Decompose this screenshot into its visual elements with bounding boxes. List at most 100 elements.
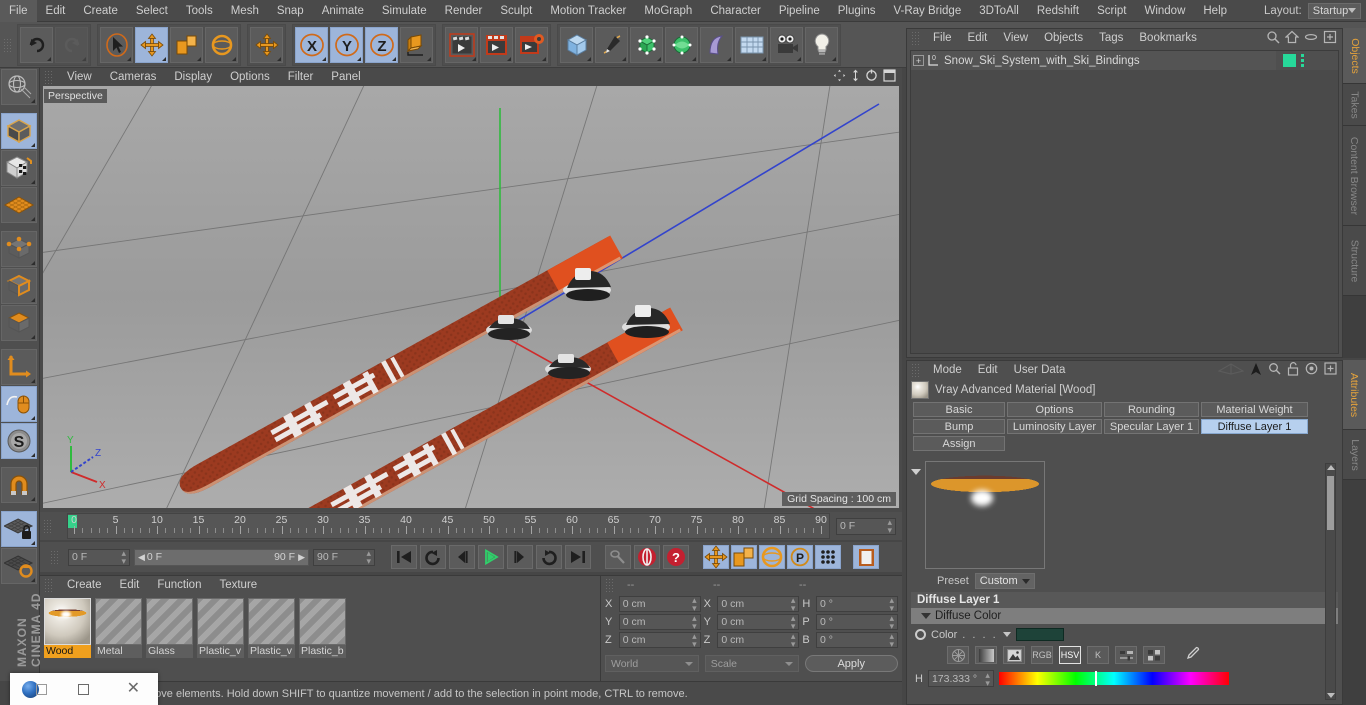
- attributes-grip[interactable]: [911, 363, 921, 377]
- material-menu-item-edit[interactable]: Edit: [111, 576, 149, 594]
- move-button[interactable]: [135, 26, 168, 63]
- points-mode-button[interactable]: [1, 231, 37, 267]
- object-grip[interactable]: [911, 31, 921, 45]
- viewport-menu-item-cameras[interactable]: Cameras: [101, 68, 166, 86]
- dock-tab-objects[interactable]: Objects: [1343, 28, 1366, 84]
- hue-gradient-slider[interactable]: [998, 671, 1229, 686]
- unlock-icon[interactable]: [1287, 361, 1299, 379]
- live-selection-button[interactable]: [100, 26, 133, 63]
- tab-diffuse-layer-1[interactable]: Diffuse Layer 1: [1201, 419, 1308, 434]
- timeline-mode-button[interactable]: [853, 545, 879, 569]
- attributes-menu-item-mode[interactable]: Mode: [925, 361, 970, 379]
- object-menu-item-view[interactable]: View: [995, 29, 1036, 47]
- diffuse-color-subsection[interactable]: Diffuse Color: [911, 608, 1338, 624]
- add-deformer-button[interactable]: [665, 26, 698, 63]
- timeline-grip[interactable]: [43, 519, 53, 533]
- tab-specular-layer-1[interactable]: Specular Layer 1: [1104, 419, 1199, 434]
- object-menu-item-file[interactable]: File: [925, 29, 960, 47]
- material-menu-item-function[interactable]: Function: [148, 576, 210, 594]
- material-item[interactable]: Plastic_v: [248, 598, 295, 658]
- viewport-3d[interactable]: Y X Z: [43, 86, 899, 508]
- spinner-icon[interactable]: ▴ ▾: [889, 632, 894, 649]
- rotation-b-field[interactable]: 0 ° ▴ ▾: [816, 632, 899, 649]
- spinner-icon[interactable]: ▴ ▾: [791, 596, 796, 613]
- plus-box-icon[interactable]: [1324, 362, 1337, 378]
- go-to-start-button[interactable]: [391, 545, 417, 569]
- play-button[interactable]: [478, 545, 504, 569]
- lock-y-button[interactable]: Y: [330, 26, 363, 63]
- tab-bump[interactable]: Bump: [913, 419, 1005, 434]
- magnet-button[interactable]: [1, 467, 37, 503]
- move-vertical-icon[interactable]: [851, 69, 860, 85]
- key-parameter-button[interactable]: P: [787, 545, 813, 569]
- menu-item-edit[interactable]: Edit: [37, 0, 75, 22]
- add-scene-object-button[interactable]: [700, 26, 733, 63]
- material-item[interactable]: Metal: [95, 598, 142, 658]
- tab-basic[interactable]: Basic: [913, 402, 1005, 417]
- menu-item-redshift[interactable]: Redshift: [1028, 0, 1088, 22]
- key-position-button[interactable]: [703, 545, 729, 569]
- dock-tab-takes[interactable]: Takes: [1343, 84, 1366, 126]
- redo-button[interactable]: [55, 26, 88, 63]
- menu-item-window[interactable]: Window: [1135, 0, 1194, 22]
- maximize-window-button[interactable]: [59, 673, 108, 705]
- size-y-field[interactable]: 0 cm ▴ ▾: [717, 614, 800, 631]
- tab-rounding[interactable]: Rounding: [1104, 402, 1199, 417]
- end-frame-field[interactable]: 90 F ▴ ▾: [313, 548, 375, 566]
- record-question-button[interactable]: ?: [663, 545, 689, 569]
- lock-x-button[interactable]: X: [295, 26, 328, 63]
- menu-item-animate[interactable]: Animate: [313, 0, 373, 22]
- menu-item-plugins[interactable]: Plugins: [829, 0, 885, 22]
- menu-item-v-ray-bridge[interactable]: V-Ray Bridge: [884, 0, 970, 22]
- layout-select[interactable]: Startup: [1307, 2, 1362, 19]
- hsv-mode-button[interactable]: HSV: [1059, 646, 1081, 664]
- search-icon[interactable]: [1268, 362, 1281, 378]
- material-tag-icon[interactable]: [1283, 54, 1296, 67]
- render-to-picture-viewer-button[interactable]: [480, 26, 513, 63]
- add-sky-button[interactable]: [735, 26, 768, 63]
- ellipse-icon[interactable]: [1304, 30, 1318, 47]
- spinner-icon[interactable]: ▴ ▾: [692, 596, 697, 613]
- make-editable-button[interactable]: [1, 69, 37, 105]
- sliders-button[interactable]: [1115, 646, 1137, 664]
- tab-luminosity-layer[interactable]: Luminosity Layer: [1007, 419, 1102, 434]
- start-frame-field[interactable]: 0 F ▴ ▾: [68, 548, 130, 566]
- material-item[interactable]: Glass: [146, 598, 193, 658]
- menu-item-motion-tracker[interactable]: Motion Tracker: [541, 0, 635, 22]
- viewport-menu-item-options[interactable]: Options: [221, 68, 279, 86]
- preview-collapse-toggle[interactable]: [911, 461, 925, 569]
- spinner-icon[interactable]: ▴ ▾: [692, 632, 697, 649]
- pan-icon[interactable]: [833, 69, 846, 85]
- menu-item-simulate[interactable]: Simulate: [373, 0, 436, 22]
- menu-item-snap[interactable]: Snap: [268, 0, 313, 22]
- toolbar-grip[interactable]: [3, 37, 13, 52]
- hue-marker[interactable]: [1094, 671, 1097, 686]
- scrollbar-thumb[interactable]: [1327, 476, 1334, 530]
- object-menu-item-objects[interactable]: Objects: [1036, 29, 1091, 47]
- transport-grip[interactable]: [50, 550, 60, 564]
- add-cube-button[interactable]: [560, 26, 593, 63]
- render-view-button[interactable]: [445, 26, 478, 63]
- enable-viewport-snap-button[interactable]: [1, 386, 37, 422]
- attributes-menu-item-user-data[interactable]: User Data: [1006, 361, 1074, 379]
- viewport-menu-item-filter[interactable]: Filter: [279, 68, 323, 86]
- material-item[interactable]: Plastic_b: [299, 598, 346, 658]
- search-icon[interactable]: [1266, 30, 1280, 47]
- spinner-icon[interactable]: ▴ ▾: [366, 549, 371, 566]
- apply-button[interactable]: Apply: [804, 655, 898, 672]
- color-wheel-button[interactable]: [947, 646, 969, 664]
- menu-item-file[interactable]: File: [0, 0, 37, 22]
- world-axis-button[interactable]: [250, 26, 283, 63]
- add-spline-button[interactable]: [595, 26, 628, 63]
- rgb-mode-button[interactable]: RGB: [1031, 646, 1053, 664]
- rotation-h-field[interactable]: 0 ° ▴ ▾: [816, 596, 899, 613]
- material-item[interactable]: Wood: [44, 598, 91, 658]
- cursor-arrow-icon[interactable]: [1250, 362, 1262, 379]
- rotation-p-field[interactable]: 0 ° ▴ ▾: [816, 614, 899, 631]
- object-menu-item-edit[interactable]: Edit: [960, 29, 996, 47]
- autokeying-button[interactable]: [605, 545, 631, 569]
- dock-tab-layers[interactable]: Layers: [1343, 430, 1366, 480]
- rotate-button[interactable]: [205, 26, 238, 63]
- current-frame-field[interactable]: 0 F ▴ ▾: [836, 517, 896, 535]
- undo-button[interactable]: [20, 26, 53, 63]
